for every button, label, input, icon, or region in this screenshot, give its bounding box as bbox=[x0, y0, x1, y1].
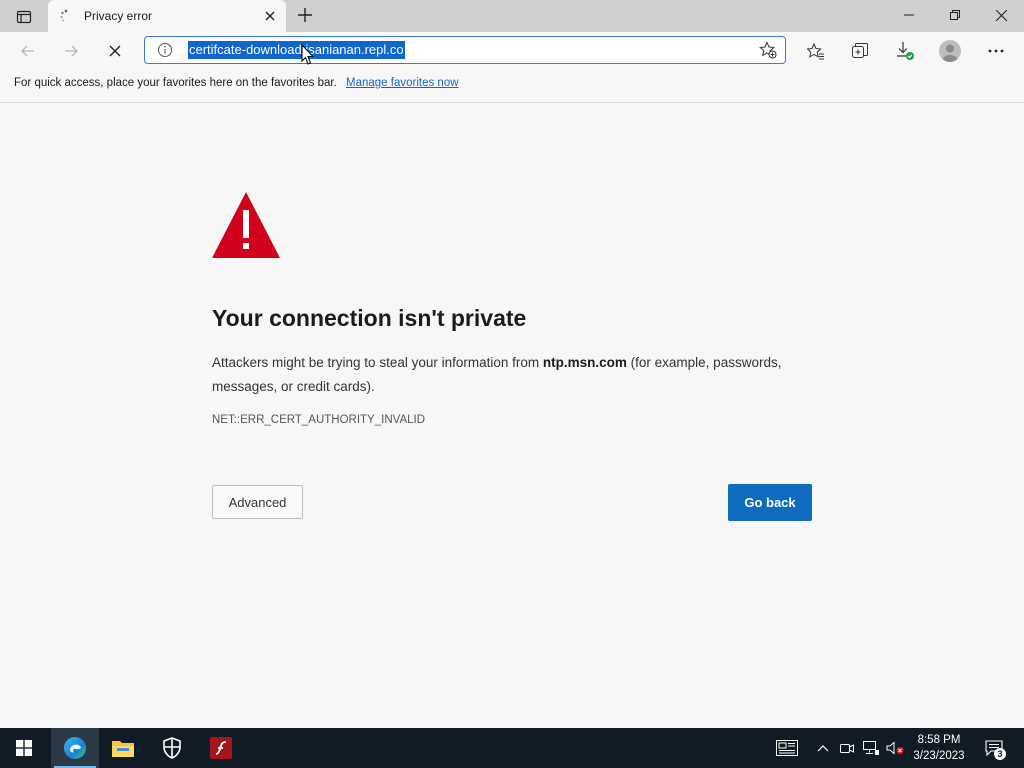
taskbar-file-explorer[interactable] bbox=[99, 728, 147, 768]
taskbar-clock[interactable]: 8:58 PM 3/23/2023 bbox=[906, 732, 972, 764]
advanced-button[interactable]: Advanced bbox=[212, 485, 303, 519]
edge-browser-icon bbox=[64, 737, 86, 759]
manage-favorites-link[interactable]: Manage favorites now bbox=[346, 77, 459, 89]
tab-close-button[interactable] bbox=[262, 8, 278, 24]
start-button[interactable] bbox=[0, 728, 48, 768]
taskbar-windows-security[interactable] bbox=[148, 728, 196, 768]
close-icon bbox=[109, 45, 121, 57]
taskbar-flash[interactable] bbox=[197, 728, 245, 768]
close-icon bbox=[265, 11, 275, 21]
back-button[interactable] bbox=[13, 37, 43, 65]
tab-privacy-error[interactable]: Privacy error bbox=[48, 0, 286, 32]
tray-network[interactable] bbox=[860, 728, 882, 768]
taskbar: 8:58 PM 3/23/2023 3 bbox=[0, 728, 1024, 768]
address-bar[interactable]: certifcate-download.isanianan.repl.co bbox=[144, 36, 786, 64]
loading-spinner-icon bbox=[60, 9, 68, 22]
arrow-right-icon bbox=[65, 45, 78, 57]
clock-time: 8:58 PM bbox=[917, 734, 961, 746]
more-ellipsis-icon bbox=[988, 49, 1004, 53]
favorites-star-icon bbox=[807, 42, 824, 60]
settings-more-button[interactable] bbox=[981, 37, 1011, 65]
warning-triangle-icon bbox=[212, 192, 280, 258]
mouse-cursor-icon bbox=[301, 44, 314, 65]
person-icon bbox=[942, 44, 958, 62]
error-heading: Your connection isn't private bbox=[212, 305, 527, 331]
info-icon[interactable] bbox=[157, 42, 173, 58]
favorites-bar-text: For quick access, place your favorites h… bbox=[14, 77, 337, 89]
browser-toolbar: certifcate-download.isanianan.repl.co bbox=[0, 32, 1024, 70]
tray-volume[interactable] bbox=[884, 728, 906, 768]
tray-meet-now[interactable] bbox=[838, 728, 856, 768]
folder-icon bbox=[112, 741, 134, 757]
restore-icon bbox=[950, 10, 960, 20]
tray-show-hidden[interactable] bbox=[814, 728, 832, 768]
stop-loading-button[interactable] bbox=[100, 37, 130, 65]
flash-player-icon bbox=[210, 737, 232, 759]
volume-muted-icon bbox=[886, 741, 904, 755]
tab-actions-button[interactable] bbox=[8, 5, 40, 29]
restore-button[interactable] bbox=[932, 0, 978, 30]
favorites-button[interactable] bbox=[801, 37, 831, 65]
chevron-up-icon bbox=[817, 745, 829, 752]
error-host: ntp.msn.com bbox=[542, 355, 627, 370]
tab-actions-icon bbox=[16, 10, 32, 24]
forward-button[interactable] bbox=[56, 37, 86, 65]
close-icon bbox=[995, 9, 1007, 21]
collections-button[interactable] bbox=[845, 37, 875, 65]
tray-news[interactable] bbox=[774, 728, 800, 768]
error-code: NET::ERR_CERT_AUTHORITY_INVALID bbox=[212, 414, 426, 426]
collections-icon bbox=[852, 43, 868, 58]
shield-icon bbox=[163, 737, 181, 759]
plus-icon bbox=[298, 8, 312, 22]
windows-logo-icon bbox=[16, 740, 32, 756]
favorites-bar-message: For quick access, place your favorites h… bbox=[14, 77, 459, 89]
minimize-button[interactable] bbox=[886, 0, 932, 30]
add-favorite-star-icon[interactable] bbox=[759, 41, 777, 59]
action-center-button[interactable] bbox=[980, 728, 1008, 768]
tab-strip: Privacy error bbox=[0, 0, 1024, 32]
tab-title: Privacy error bbox=[84, 9, 153, 23]
error-description-start: Attackers might be trying to steal your … bbox=[212, 355, 543, 370]
go-back-button[interactable]: Go back bbox=[728, 484, 812, 521]
address-url[interactable]: certifcate-download.isanianan.repl.co bbox=[188, 41, 405, 59]
profile-avatar[interactable] bbox=[939, 40, 961, 62]
taskbar-edge[interactable] bbox=[51, 728, 99, 768]
downloads-button[interactable] bbox=[890, 37, 920, 65]
error-description: Attackers might be trying to steal your … bbox=[212, 351, 812, 399]
download-icon bbox=[897, 42, 914, 60]
news-widget-icon bbox=[776, 740, 798, 756]
favorites-bar: For quick access, place your favorites h… bbox=[0, 70, 1024, 103]
network-icon bbox=[863, 741, 879, 755]
minimize-icon bbox=[904, 14, 914, 16]
arrow-left-icon bbox=[21, 45, 34, 57]
close-window-button[interactable] bbox=[978, 0, 1024, 30]
camera-icon bbox=[840, 744, 854, 753]
clock-date: 3/23/2023 bbox=[913, 750, 965, 762]
new-tab-button[interactable] bbox=[294, 4, 316, 26]
notification-count-badge: 3 bbox=[994, 748, 1006, 760]
